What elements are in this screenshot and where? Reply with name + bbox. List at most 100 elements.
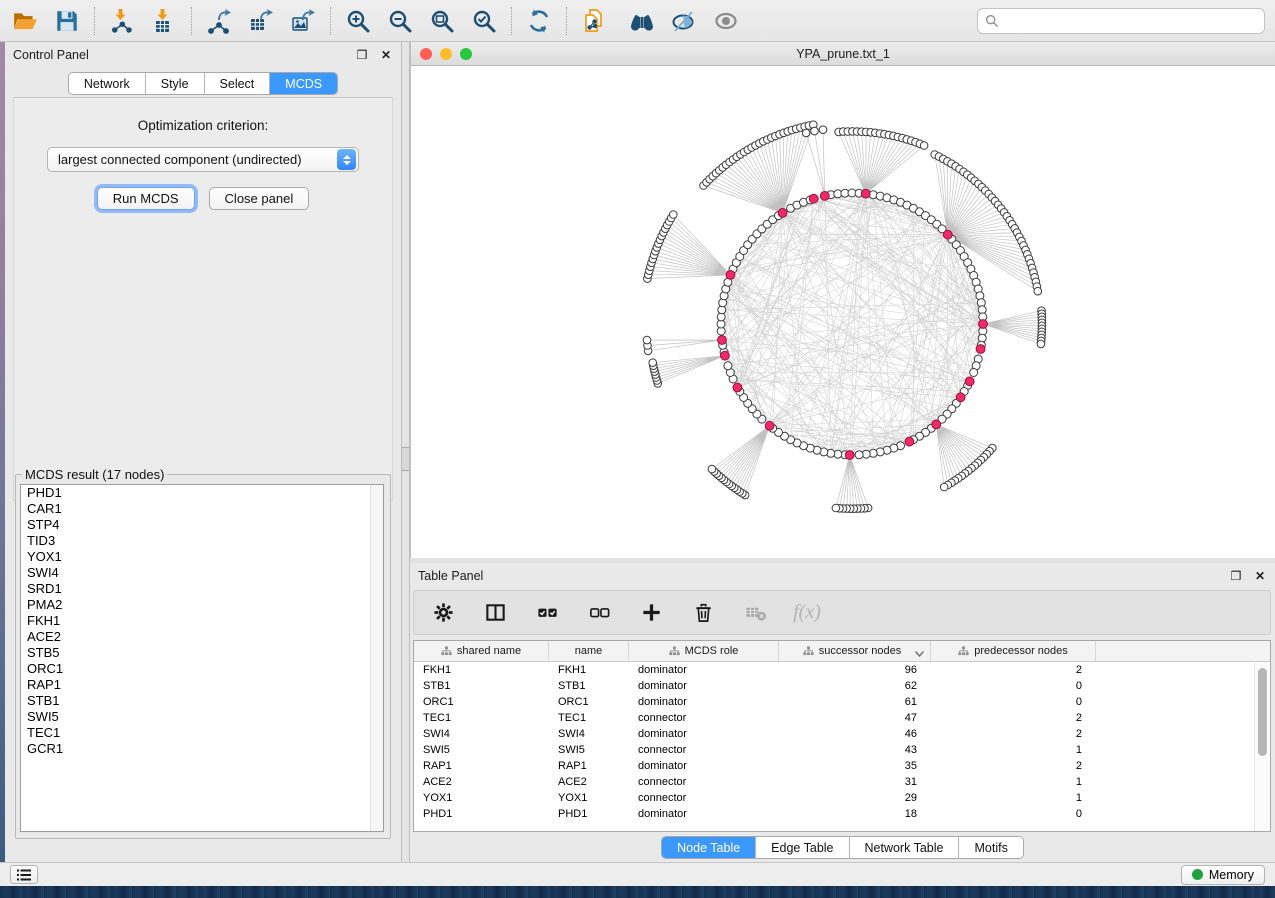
function-builder-button[interactable]: f(x): [792, 598, 822, 628]
table-row[interactable]: ACE2ACE2connector311: [414, 774, 1270, 790]
export-image-button[interactable]: [288, 6, 318, 36]
import-network-button[interactable]: [107, 6, 137, 36]
zoom-out-icon: [387, 8, 413, 34]
tab-style[interactable]: Style: [146, 73, 205, 94]
table-row[interactable]: TEC1TEC1connector472: [414, 710, 1270, 726]
zoom-in-button[interactable]: [343, 6, 373, 36]
column-header-MCDS-role[interactable]: MCDS role: [629, 641, 779, 661]
zoom-out-button[interactable]: [385, 6, 415, 36]
select-all-columns-button[interactable]: [532, 598, 562, 628]
float-panel-icon[interactable]: ❒: [355, 48, 369, 62]
mcds-result-item[interactable]: PHD1: [21, 485, 383, 501]
mcds-result-list[interactable]: PHD1CAR1STP4TID3YOX1SWI4SRD1PMA2FKH1ACE2…: [20, 484, 384, 832]
unselect-all-columns-button[interactable]: [584, 598, 614, 628]
settings-gear-button[interactable]: [428, 598, 458, 628]
network-canvas[interactable]: [411, 66, 1275, 557]
delete-column-button[interactable]: [688, 598, 718, 628]
vertical-splitter[interactable]: [401, 42, 410, 862]
tab-network[interactable]: Network: [69, 73, 146, 94]
network-graph[interactable]: [411, 66, 1275, 557]
tab-select[interactable]: Select: [205, 73, 271, 94]
status-bar: Memory: [0, 862, 1275, 886]
export-network-button[interactable]: [204, 6, 234, 36]
show-hide-button[interactable]: [711, 6, 741, 36]
zoom-fit-button[interactable]: [427, 6, 457, 36]
tab-motifs[interactable]: Motifs: [959, 837, 1022, 858]
table-cell: YOX1: [414, 790, 549, 806]
import-table-button[interactable]: [149, 6, 179, 36]
column-header-shared-name[interactable]: shared name: [414, 641, 549, 661]
import-network-icon: [109, 8, 135, 34]
column-header-successor-nodes[interactable]: successor nodes: [779, 641, 931, 661]
run-mcds-button[interactable]: Run MCDS: [97, 187, 195, 210]
refresh-button[interactable]: [524, 6, 554, 36]
mcds-result-item[interactable]: SWI4: [21, 565, 383, 581]
mcds-result-item[interactable]: FKH1: [21, 613, 383, 629]
float-table-panel-icon[interactable]: ❒: [1229, 569, 1243, 583]
column-header-predecessor-nodes[interactable]: predecessor nodes: [931, 641, 1096, 661]
mcds-result-item[interactable]: ORC1: [21, 661, 383, 677]
splitter-handle[interactable]: [402, 447, 409, 471]
table-row[interactable]: SWI4SWI4dominator462: [414, 726, 1270, 742]
tab-node-table[interactable]: Node Table: [662, 837, 756, 858]
network-window: YPA_prune.txt_1: [410, 42, 1275, 558]
export-table-button[interactable]: [246, 6, 276, 36]
zoom-selected-button[interactable]: [469, 6, 499, 36]
table-cell: 35: [779, 758, 931, 774]
mcds-result-item[interactable]: CAR1: [21, 501, 383, 517]
open-session-button[interactable]: [10, 6, 40, 36]
tab-edge-table[interactable]: Edge Table: [756, 837, 849, 858]
table-scrollbar[interactable]: [1254, 663, 1269, 831]
delete-table-button[interactable]: [740, 598, 770, 628]
criterion-dropdown[interactable]: largest connected component (undirected): [47, 147, 359, 172]
save-session-button[interactable]: [52, 6, 82, 36]
table-row[interactable]: PHD1PHD1dominator180: [414, 806, 1270, 822]
close-panel-button[interactable]: Close panel: [209, 187, 310, 210]
table-row[interactable]: YOX1YOX1connector291: [414, 790, 1270, 806]
memory-button[interactable]: Memory: [1181, 865, 1265, 885]
mcds-result-item[interactable]: STB1: [21, 693, 383, 709]
mcds-result-item[interactable]: STP4: [21, 517, 383, 533]
mcds-result-item[interactable]: STB5: [21, 645, 383, 661]
mcds-list-scrollbar[interactable]: [370, 485, 383, 831]
column-header-name[interactable]: name: [549, 641, 629, 661]
table-cell: SWI5: [414, 742, 549, 758]
close-table-panel-icon[interactable]: ✕: [1253, 569, 1267, 583]
table-row[interactable]: RAP1RAP1dominator352: [414, 758, 1270, 774]
node-table[interactable]: shared namenameMCDS rolesuccessor nodesp…: [413, 640, 1271, 832]
mcds-result-item[interactable]: SWI5: [21, 709, 383, 725]
task-history-button[interactable]: [10, 865, 38, 884]
close-panel-icon[interactable]: ✕: [379, 48, 393, 62]
add-column-button[interactable]: [636, 598, 666, 628]
table-cell: 62: [779, 678, 931, 694]
tab-network-table[interactable]: Network Table: [850, 837, 960, 858]
zoom-selected-icon: [471, 8, 497, 34]
style-preview-button[interactable]: [669, 6, 699, 36]
search-box[interactable]: [977, 8, 1265, 34]
table-cell: 29: [779, 790, 931, 806]
search-input[interactable]: [1004, 10, 1257, 32]
table-row[interactable]: FKH1FKH1dominator962: [414, 662, 1270, 678]
mcds-result-item[interactable]: PMA2: [21, 597, 383, 613]
mcds-tab-content: Optimization criterion: largest connecte…: [13, 97, 393, 501]
network-titlebar: YPA_prune.txt_1: [411, 42, 1275, 66]
new-network-from-selection-button[interactable]: [579, 6, 609, 36]
delete-column-icon: [692, 601, 715, 624]
first-neighbors-button[interactable]: [627, 6, 657, 36]
mcds-result-item[interactable]: TID3: [21, 533, 383, 549]
mcds-result-item[interactable]: YOX1: [21, 549, 383, 565]
table-row[interactable]: STB1STB1dominator620: [414, 678, 1270, 694]
table-cell: TEC1: [414, 710, 549, 726]
table-row[interactable]: ORC1ORC1dominator610: [414, 694, 1270, 710]
mcds-result-item[interactable]: RAP1: [21, 677, 383, 693]
attribute-type-icon: [803, 646, 814, 656]
mcds-result-item[interactable]: TEC1: [21, 725, 383, 741]
mcds-result-item[interactable]: GCR1: [21, 741, 383, 757]
toggle-panes-button[interactable]: [480, 598, 510, 628]
first-neighbors-icon: [629, 8, 655, 34]
table-row[interactable]: SWI5SWI5connector431: [414, 742, 1270, 758]
tab-mcds[interactable]: MCDS: [270, 73, 337, 94]
main-toolbar: [0, 0, 1275, 42]
mcds-result-item[interactable]: SRD1: [21, 581, 383, 597]
mcds-result-item[interactable]: ACE2: [21, 629, 383, 645]
